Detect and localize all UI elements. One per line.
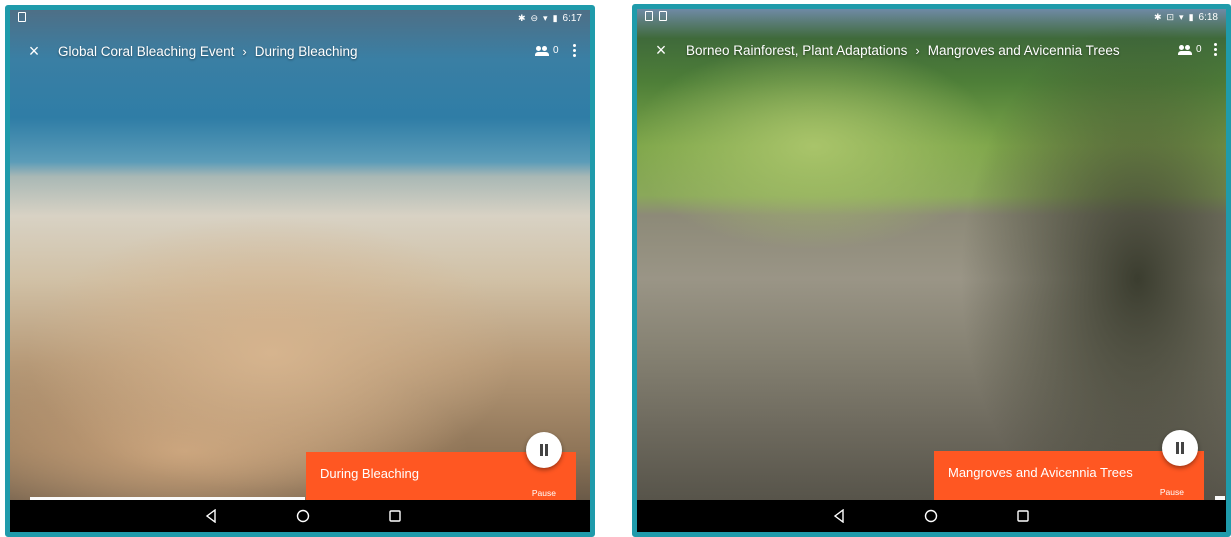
- device-screen-2: ✱ ⊡ ▾ ▮ 6:18 × Borneo Rainforest, Plant …: [632, 4, 1231, 537]
- participants-button[interactable]: 0: [535, 45, 559, 56]
- pause-button[interactable]: [526, 432, 562, 468]
- panorama-mangroves[interactable]: [637, 9, 1226, 500]
- pause-label: Pause: [1159, 487, 1184, 497]
- bluetooth-icon: ✱: [1153, 12, 1162, 22]
- top-bar: × Borneo Rainforest, Plant Adaptations ›…: [637, 35, 1226, 67]
- participants-count: 0: [1196, 44, 1202, 55]
- clock: 6:18: [1198, 12, 1218, 23]
- recents-icon[interactable]: [388, 509, 402, 523]
- status-bar: ✱ ⊖ ▾ ▮ 6:17: [10, 10, 590, 28]
- navigation-bar: [637, 500, 1226, 532]
- back-icon[interactable]: [832, 509, 846, 523]
- sim-icon: [659, 11, 667, 21]
- close-icon[interactable]: ×: [24, 41, 44, 61]
- people-icon: [535, 45, 549, 56]
- pause-label: Pause: [531, 488, 556, 498]
- dnd-icon: ⊖: [530, 13, 539, 23]
- image-icon: [645, 11, 653, 21]
- navigation-bar: [10, 500, 590, 532]
- breadcrumb-current: Mangroves and Avicennia Trees: [927, 43, 1120, 58]
- breadcrumb-current: During Bleaching: [254, 44, 358, 59]
- pause-button[interactable]: [1162, 430, 1198, 466]
- top-bar: × Global Coral Bleaching Event › During …: [10, 36, 590, 68]
- back-icon[interactable]: [204, 509, 218, 523]
- chevron-right-icon: ›: [242, 44, 247, 59]
- device-screen-1: ✱ ⊖ ▾ ▮ 6:17 × Global Coral Bleaching Ev…: [5, 5, 595, 537]
- battery-icon: ▮: [1188, 12, 1194, 22]
- status-bar: ✱ ⊡ ▾ ▮ 6:18: [637, 9, 1226, 27]
- breadcrumb-parent[interactable]: Global Coral Bleaching Event: [58, 44, 234, 59]
- home-icon[interactable]: [296, 509, 310, 523]
- participants-button[interactable]: 0: [1178, 44, 1202, 55]
- more-vert-icon[interactable]: [569, 42, 579, 60]
- breadcrumb-parent[interactable]: Borneo Rainforest, Plant Adaptations: [686, 43, 907, 58]
- pause-icon: [540, 444, 543, 456]
- panorama-coral-reef[interactable]: [10, 10, 590, 500]
- vibrate-icon: ⊡: [1166, 12, 1175, 22]
- breadcrumb: Global Coral Bleaching Event › During Bl…: [58, 44, 358, 59]
- scene-title: Mangroves and Avicennia Trees: [948, 465, 1133, 480]
- clock: 6:17: [562, 13, 582, 24]
- battery-icon: ▮: [552, 13, 558, 23]
- recents-icon[interactable]: [1016, 509, 1030, 523]
- people-icon: [1178, 44, 1192, 55]
- more-vert-icon[interactable]: [1210, 41, 1220, 59]
- sim-icon: [18, 12, 26, 22]
- participants-count: 0: [553, 45, 559, 56]
- breadcrumb: Borneo Rainforest, Plant Adaptations › M…: [686, 43, 1120, 58]
- scene-title: During Bleaching: [320, 466, 420, 481]
- pause-icon: [1176, 442, 1179, 454]
- bluetooth-icon: ✱: [517, 13, 526, 23]
- wifi-icon: ▾: [543, 13, 548, 23]
- chevron-right-icon: ›: [915, 43, 920, 58]
- wifi-icon: ▾: [1179, 12, 1184, 22]
- home-icon[interactable]: [924, 509, 938, 523]
- close-icon[interactable]: ×: [651, 40, 671, 60]
